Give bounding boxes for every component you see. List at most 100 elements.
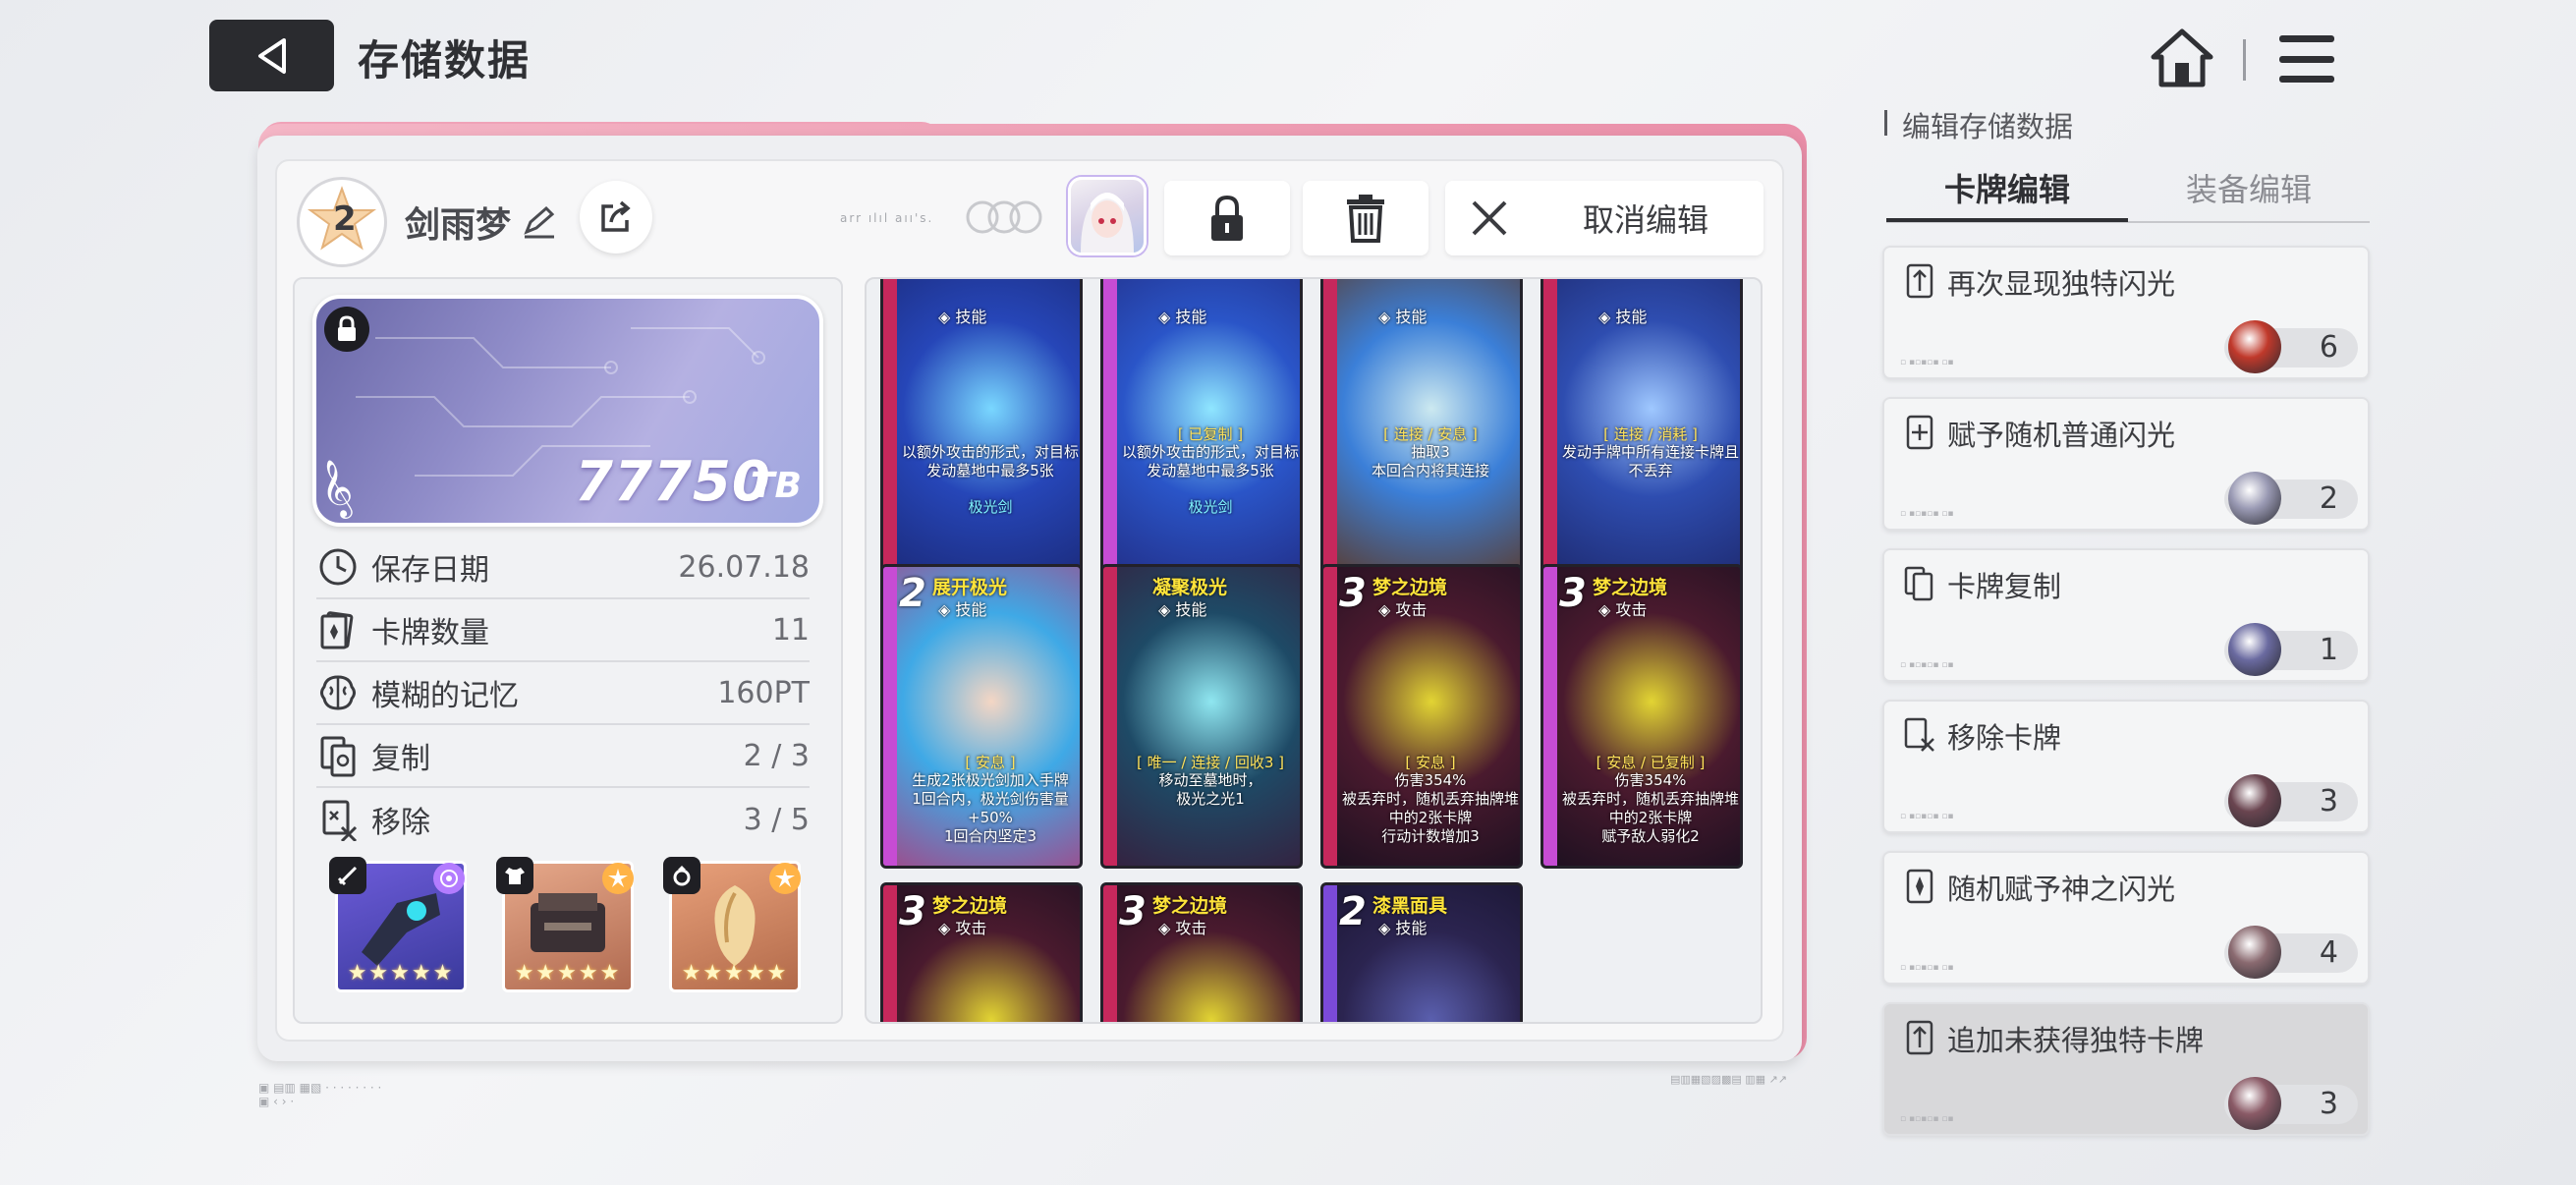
deck-card[interactable]: 2漆黑面具◈ 技能[ 唯一 ] <box>1320 882 1523 1022</box>
edit-name-icon[interactable] <box>521 204 556 240</box>
sword-slot-icon <box>329 857 366 894</box>
deck-card[interactable]: 3 梦之边境 ◈ 攻击[ 安息 ] 伤害354% 被丢弃时，随机丢弃抽牌堆中的2张卡牌… <box>1320 564 1523 869</box>
brain-icon <box>320 675 356 710</box>
tab-equipment-edit[interactable]: 装备编辑 <box>2128 165 2370 222</box>
stat-save-date: 保存日期 26.07.18 <box>316 536 810 599</box>
material-count: 4 <box>2224 926 2358 979</box>
card-keyword: [ 安息 ] <box>1405 754 1456 771</box>
section-marker <box>1884 110 1887 136</box>
option-deco-text: ▫ ▪▫▪▫▪ ▫▪ <box>1900 509 1954 519</box>
remove-card-icon <box>322 800 358 841</box>
card-name: 梦之边境 <box>932 895 1008 917</box>
stat-value: 160PT <box>717 675 810 710</box>
deck-card[interactable]: 3 梦之边境 ◈ 攻击 <box>880 882 1083 1022</box>
equipment-rarity-badge <box>769 863 801 894</box>
equipment-stars: ★★★★★ <box>681 961 789 986</box>
lock-icon <box>1211 195 1243 241</box>
cancel-edit-label: 取消编辑 <box>1583 201 1709 239</box>
deck-card-grid[interactable]: ◈ 技能 以额外攻击的形式，对目标发动墓地中最多5张 极光剑 ◈ 技能[ 已复制 ] 以… <box>865 277 1763 1024</box>
footer-decoration: ▣ ▤▥ ▦▧ · · · · · · · · ▣ ‹ › · <box>258 1081 382 1108</box>
card-type-label: 攻击 <box>1395 600 1428 619</box>
card-name: 梦之边境 <box>1152 895 1228 917</box>
lock-button[interactable] <box>1164 181 1290 255</box>
flash-add-icon <box>1906 415 1933 450</box>
active-tab-underline <box>1886 218 2128 222</box>
card-type-icon: ◈ <box>1158 308 1176 326</box>
copy-card-icon <box>320 736 356 777</box>
back-button[interactable] <box>209 20 334 91</box>
stat-remove: 移除 3 / 5 <box>316 788 810 851</box>
equipment-rarity-badge <box>602 863 634 894</box>
card-type: ◈ 攻击 <box>1598 596 1647 620</box>
page-title: 存储数据 <box>358 36 532 85</box>
material-count-value: 6 <box>2319 330 2338 365</box>
armor-slot-icon <box>496 857 533 894</box>
card-cost: 3 <box>1559 571 1587 616</box>
card-rarity-stripe <box>1323 885 1337 1022</box>
card-type-label: 技能 <box>955 308 987 326</box>
option-deco-text: ▫ ▪▫▪▫▪ ▫▪ <box>1900 812 1954 821</box>
material-orb-icon <box>2228 926 2281 979</box>
card-type-icon: ◈ <box>1378 308 1396 326</box>
card-type: ◈ 攻击 <box>1158 915 1206 938</box>
option-deco-text: ▫ ▪▫▪▫▪ ▫▪ <box>1900 963 1954 973</box>
material-count-value: 2 <box>2319 481 2338 516</box>
character-avatar[interactable] <box>1068 177 1147 255</box>
deck-card[interactable]: ◈ 技能 [ 已复制 ] 以额外攻击的形式，对目标发动墓地中最多5张 极光剑 <box>1100 279 1303 576</box>
card-name: 梦之边境 <box>1372 577 1448 598</box>
card-type: ◈ 技能 <box>1598 304 1647 327</box>
card-type: ◈ 技能 <box>938 304 986 327</box>
tab-card-edit[interactable]: 卡牌编辑 <box>1886 165 2128 222</box>
rank-number: 2 <box>333 199 357 239</box>
menu-bar <box>2279 76 2334 83</box>
edit-option[interactable]: 再次显现独特闪光 6 ▫ ▪▫▪▫▪ ▫▪ <box>1882 246 2370 379</box>
deck-card[interactable]: 凝聚极光 ◈ 技能[ 唯一 / 连接 / 回收3 ] 移动至墓地时， 极光之光1 <box>1100 564 1303 869</box>
card-keyword: [ 安息 ] <box>965 754 1016 771</box>
card-type: ◈ 技能 <box>938 596 986 620</box>
stat-label: 复制 <box>371 742 430 776</box>
card-type: ◈ 技能 <box>1378 915 1427 938</box>
deck-card[interactable]: ◈ 技能 [ 连接 / 消耗 ] 发动手牌中所有连接卡牌且不丢弃 <box>1540 279 1743 576</box>
deck-card[interactable]: 2 展开极光 ◈ 技能[ 安息 ] 生成2张极光剑加入手牌 1回合内，极光剑伤害量+5… <box>880 564 1083 869</box>
card-keyword-highlight: 极光剑 <box>968 498 1013 516</box>
card-type-icon: ◈ <box>1378 919 1396 937</box>
material-count-value: 3 <box>2319 784 2338 818</box>
edit-option[interactable]: 赋予随机普通闪光 2 ▫ ▪▫▪▫▪ ▫▪ <box>1882 397 2370 531</box>
deck-card[interactable]: 3 梦之边境 ◈ 攻击[ 安息 / 已复制 ] 伤害354% 被丢弃时，随机丢弃抽牌堆… <box>1540 564 1743 869</box>
card-type: ◈ 攻击 <box>1378 596 1427 620</box>
option-deco-text: ▫ ▪▫▪▫▪ ▫▪ <box>1900 358 1954 367</box>
tb-lock-icon[interactable] <box>324 307 369 352</box>
deck-card[interactable]: ◈ 技能 以额外攻击的形式，对目标发动墓地中最多5张 极光剑 <box>880 279 1083 576</box>
cancel-edit-button[interactable]: 取消编辑 <box>1445 181 1764 255</box>
card-cost: 2 <box>899 571 926 616</box>
card-keyword: [ 已复制 ] <box>1177 425 1244 443</box>
card-type-icon: ◈ <box>938 600 956 619</box>
edit-option[interactable]: 追加未获得独特卡牌 3 ▫ ▪▫▪▫▪ ▫▪ <box>1882 1002 2370 1136</box>
stat-copy: 复制 2 / 3 <box>316 725 810 788</box>
menu-button[interactable] <box>2275 29 2338 88</box>
flash-upgrade-icon <box>1906 263 1933 299</box>
card-type: ◈ 攻击 <box>938 915 986 938</box>
home-button[interactable] <box>2150 26 2214 90</box>
stat-label: 模糊的记忆 <box>371 679 519 713</box>
edit-section-header: 编辑存储数据 <box>1902 110 2074 143</box>
stat-fuzzy-memory: 模糊的记忆 160PT <box>316 662 810 725</box>
deck-card[interactable]: 3 梦之边境 ◈ 攻击 <box>1100 882 1303 1022</box>
card-type-label: 攻击 <box>1615 600 1648 619</box>
card-type: ◈ 技能 <box>1158 596 1206 620</box>
edit-option[interactable]: 卡牌复制 1 ▫ ▪▫▪▫▪ ▫▪ <box>1882 548 2370 682</box>
material-orb-icon <box>2228 1077 2281 1130</box>
material-orb-icon <box>2228 774 2281 827</box>
decorative-text: arr ılıl aıı's. <box>840 211 934 225</box>
edit-option[interactable]: 随机赋予神之闪光 4 ▫ ▪▫▪▫▪ ▫▪ <box>1882 851 2370 985</box>
share-button[interactable] <box>580 181 652 254</box>
card-type-label: 攻击 <box>1175 919 1207 937</box>
card-type-label: 技能 <box>1175 308 1207 326</box>
card-description: 伤害354% 被丢弃时，随机丢弃抽牌堆中的2张卡牌 赋予敌人弱化2 <box>1561 771 1739 845</box>
delete-button[interactable] <box>1303 181 1428 255</box>
stat-card-count: 卡牌数量 11 <box>316 599 810 662</box>
edit-option[interactable]: 移除卡牌 3 ▫ ▪▫▪▫▪ ▫▪ <box>1882 700 2370 833</box>
deck-card[interactable]: ◈ 技能 [ 连接 / 安息 ] 抽取3 本回合内将其连接 <box>1320 279 1523 576</box>
stat-label: 移除 <box>371 806 430 840</box>
card-type-label: 攻击 <box>955 919 987 937</box>
